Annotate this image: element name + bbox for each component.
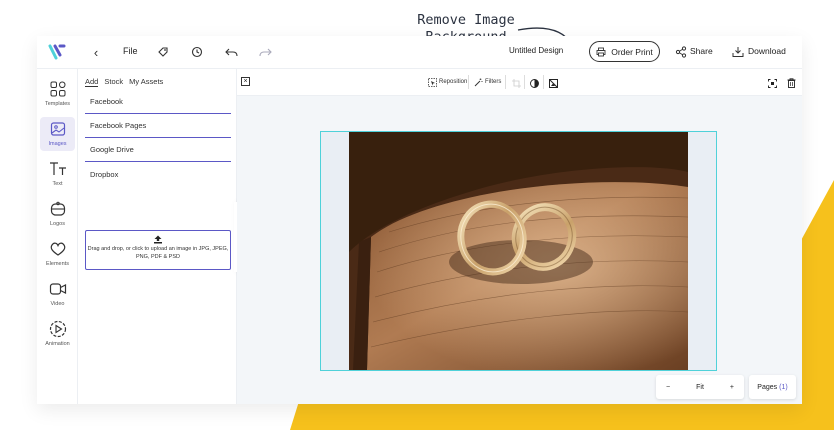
rail-label-text: Text — [52, 181, 63, 187]
pages-count: (1) — [779, 383, 788, 391]
zoom-control: − Fit + — [656, 375, 744, 399]
top-bar: ‹ File Untitled Design Order Print Share… — [37, 36, 802, 69]
trash-icon[interactable] — [786, 78, 796, 88]
heart-icon — [49, 240, 67, 258]
reposition-label: Reposition — [439, 79, 468, 85]
close-box-icon[interactable]: × — [241, 77, 250, 86]
rail-item-text[interactable]: Text — [40, 157, 75, 191]
redo-icon[interactable] — [258, 45, 272, 59]
reposition-icon — [427, 77, 437, 87]
asset-panel: Add Stock My Assets Facebook Facebook Pa… — [78, 69, 237, 404]
rail-label-video: Video — [50, 301, 65, 307]
rail-label-animation: Animation — [45, 341, 70, 347]
remove-background-icon[interactable] — [548, 78, 558, 88]
source-facebook[interactable]: Facebook — [85, 93, 231, 114]
printer-icon — [596, 47, 606, 56]
download-button[interactable]: Download — [748, 46, 786, 56]
tool-rail: Templates Images Text Logos Elements Vid… — [37, 69, 78, 404]
crop-icon-disabled[interactable] — [511, 78, 521, 88]
rail-item-templates[interactable]: Templates — [40, 77, 75, 111]
wedding-rings-photo[interactable] — [349, 132, 688, 370]
rail-label-images: Images — [48, 141, 67, 147]
pages-button[interactable]: Pages (1) — [749, 375, 796, 399]
history-icon[interactable] — [190, 45, 204, 59]
toolbar-divider — [524, 75, 525, 89]
rail-label-logos: Logos — [50, 221, 65, 227]
design-canvas[interactable] — [320, 131, 717, 371]
canvas-workspace: × Reposition Filters − Fit + Pages (1) — [237, 69, 802, 404]
filters-label: Filters — [485, 79, 502, 85]
toolbar-divider — [505, 75, 506, 89]
zoom-out-button[interactable]: − — [666, 384, 670, 391]
reposition-button[interactable]: Reposition — [427, 77, 467, 87]
magic-wand-icon — [473, 77, 483, 87]
upload-instructions: Drag and drop, or click to upload an ima… — [87, 246, 229, 260]
rail-item-logos[interactable]: Logos — [40, 197, 75, 231]
source-dropbox[interactable]: Dropbox — [85, 166, 231, 187]
share-icon[interactable] — [674, 45, 688, 59]
back-chevron-icon[interactable]: ‹ — [89, 45, 103, 60]
tab-my-assets[interactable]: My Assets — [129, 77, 163, 87]
file-menu[interactable]: File — [123, 46, 138, 56]
source-google-drive[interactable]: Google Drive — [85, 141, 231, 162]
undo-icon[interactable] — [224, 45, 238, 59]
zoom-level[interactable]: Fit — [696, 384, 704, 391]
order-print-label: Order Print — [611, 46, 653, 57]
rail-item-animation[interactable]: Animation — [40, 317, 75, 351]
rail-label-templates: Templates — [44, 101, 71, 107]
order-print-button[interactable]: Order Print — [589, 41, 660, 62]
tab-add[interactable]: Add — [85, 77, 99, 87]
contrast-icon[interactable] — [529, 78, 539, 88]
image-icon — [49, 120, 67, 138]
fit-screen-icon[interactable] — [767, 78, 777, 88]
zoom-in-button[interactable]: + — [730, 384, 734, 391]
download-icon[interactable] — [731, 45, 745, 59]
callout-line-1: Remove Image — [417, 12, 515, 28]
rail-item-elements[interactable]: Elements — [40, 237, 75, 271]
image-toolbar: × Reposition Filters — [237, 69, 802, 96]
grid-icon — [49, 80, 67, 98]
tab-stock[interactable]: Stock — [104, 77, 123, 87]
pages-label: Pages — [757, 383, 778, 391]
video-icon — [49, 280, 67, 298]
rail-item-video[interactable]: Video — [40, 277, 75, 311]
upload-icon — [86, 235, 230, 245]
toolbar-divider — [468, 75, 469, 89]
play-icon — [49, 320, 67, 338]
tag-icon[interactable] — [156, 45, 170, 59]
rail-label-elements: Elements — [46, 261, 69, 267]
document-title[interactable]: Untitled Design — [509, 46, 563, 55]
editor-window: ‹ File Untitled Design Order Print Share… — [37, 36, 802, 404]
rail-item-images[interactable]: Images — [40, 117, 75, 151]
asset-tabs: Add Stock My Assets — [85, 77, 163, 87]
text-icon — [49, 160, 67, 178]
filters-button[interactable]: Filters — [473, 77, 501, 87]
app-logo-icon — [48, 44, 66, 60]
upload-dropzone[interactable]: Drag and drop, or click to upload an ima… — [85, 230, 231, 270]
source-facebook-pages[interactable]: Facebook Pages — [85, 117, 231, 138]
toolbar-divider — [543, 75, 544, 89]
share-button[interactable]: Share — [690, 46, 713, 56]
logo-icon — [49, 200, 67, 218]
